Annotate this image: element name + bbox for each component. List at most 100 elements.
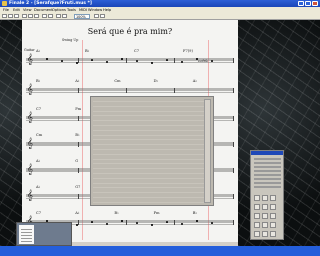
panel-row[interactable]	[93, 187, 211, 189]
panel-row[interactable]	[93, 201, 211, 203]
copy-icon[interactable]	[28, 14, 33, 18]
barline	[174, 220, 175, 225]
panel-row[interactable]	[93, 173, 211, 174]
palette-title-bar[interactable]	[251, 151, 283, 155]
palette-button[interactable]	[270, 231, 276, 237]
cut-icon[interactable]	[22, 14, 27, 18]
palette-row[interactable]	[254, 158, 281, 160]
measure-guide	[82, 40, 83, 240]
palette-button[interactable]	[262, 222, 268, 228]
zoom-select[interactable]: 100%	[74, 14, 90, 19]
palette-button[interactable]	[270, 204, 276, 210]
note-head[interactable]	[91, 59, 94, 61]
panel-row[interactable]	[93, 153, 211, 155]
note-head[interactable]	[91, 221, 94, 223]
panel-row[interactable]	[93, 125, 211, 126]
note-head[interactable]	[46, 58, 49, 60]
panel-row[interactable]	[93, 163, 211, 165]
palette-button[interactable]	[262, 195, 268, 201]
palette-row[interactable]	[254, 162, 281, 164]
tool-palette[interactable]	[250, 150, 284, 240]
note-head[interactable]	[121, 58, 124, 60]
page-view-icon[interactable]	[94, 14, 99, 18]
panel-row[interactable]	[93, 197, 211, 198]
panel-row[interactable]	[93, 158, 211, 160]
palette-button[interactable]	[254, 231, 260, 237]
chord-definition-panel[interactable]	[90, 96, 214, 206]
panel-row[interactable]	[93, 134, 211, 136]
save-icon[interactable]	[14, 14, 19, 18]
panel-row[interactable]	[93, 192, 211, 194]
new-file-icon[interactable]	[2, 14, 7, 18]
palette-button[interactable]	[254, 222, 260, 228]
note-head[interactable]	[196, 220, 199, 222]
zoom-icon[interactable]	[62, 14, 67, 18]
note-head[interactable]	[151, 224, 154, 226]
palette-row[interactable]	[254, 186, 281, 188]
treble-clef-icon: 𝄞	[27, 112, 33, 123]
title-bar[interactable]: Finale 2 - [Serafque?Fruti.mus *]	[0, 0, 320, 7]
panel-row[interactable]	[93, 120, 211, 122]
minimize-button[interactable]	[298, 1, 304, 6]
redo-icon[interactable]	[48, 14, 53, 18]
palette-button[interactable]	[254, 195, 260, 201]
staff[interactable]: 𝄞	[26, 84, 234, 95]
palette-button[interactable]	[254, 204, 260, 210]
maximize-button[interactable]	[305, 1, 311, 6]
palette-button[interactable]	[270, 213, 276, 219]
print-icon[interactable]	[56, 14, 61, 18]
note-head[interactable]	[181, 223, 184, 225]
palette-button[interactable]	[262, 213, 268, 219]
barline	[233, 220, 234, 225]
panel-row[interactable]	[93, 129, 211, 131]
panel-row[interactable]	[93, 101, 211, 102]
note-head[interactable]	[106, 223, 109, 225]
paste-icon[interactable]	[34, 14, 39, 18]
panel-row[interactable]	[93, 182, 211, 184]
page-navigator[interactable]	[16, 222, 72, 246]
open-file-icon[interactable]	[8, 14, 13, 18]
note-head[interactable]	[121, 220, 124, 222]
note-head[interactable]	[136, 222, 139, 224]
scroll-view-icon[interactable]	[100, 14, 105, 18]
palette-button[interactable]	[262, 231, 268, 237]
palette-row[interactable]	[254, 174, 281, 176]
tempo-marking: Swing Up	[62, 38, 79, 42]
palette-button[interactable]	[254, 213, 260, 219]
palette-row[interactable]	[254, 178, 281, 180]
note-head[interactable]	[61, 60, 64, 62]
chord-symbol: B♭	[75, 133, 80, 137]
taskbar	[0, 246, 320, 256]
note-head[interactable]	[151, 62, 154, 64]
page-thumbnail[interactable]	[19, 225, 34, 244]
palette-row[interactable]	[254, 170, 281, 172]
note-head[interactable]	[196, 58, 199, 60]
window-title: Finale 2 - [Serafque?Fruti.mus *]	[9, 1, 92, 6]
note-head[interactable]	[211, 60, 214, 62]
app-icon	[2, 1, 7, 6]
note-head[interactable]	[106, 61, 109, 63]
panel-row[interactable]	[93, 110, 211, 112]
panel-scrollbar[interactable]	[204, 99, 211, 203]
note-head[interactable]	[181, 61, 184, 63]
note-head[interactable]	[166, 221, 169, 223]
panel-row[interactable]	[93, 177, 211, 179]
undo-icon[interactable]	[42, 14, 47, 18]
staff[interactable]: 𝄞	[26, 54, 234, 65]
panel-row[interactable]	[93, 168, 211, 170]
palette-button[interactable]	[270, 222, 276, 228]
note-head[interactable]	[211, 222, 214, 224]
palette-row[interactable]	[254, 182, 281, 184]
panel-row[interactable]	[93, 115, 211, 117]
note-head[interactable]	[136, 60, 139, 62]
panel-row[interactable]	[93, 105, 211, 107]
close-button[interactable]	[312, 1, 318, 6]
panel-row[interactable]	[93, 139, 211, 141]
palette-row[interactable]	[254, 166, 281, 168]
note-head[interactable]	[166, 59, 169, 61]
palette-button[interactable]	[262, 204, 268, 210]
panel-row[interactable]	[93, 144, 211, 146]
treble-clef-icon: 𝄞	[27, 190, 33, 201]
palette-button[interactable]	[270, 195, 276, 201]
panel-row[interactable]	[93, 149, 211, 150]
